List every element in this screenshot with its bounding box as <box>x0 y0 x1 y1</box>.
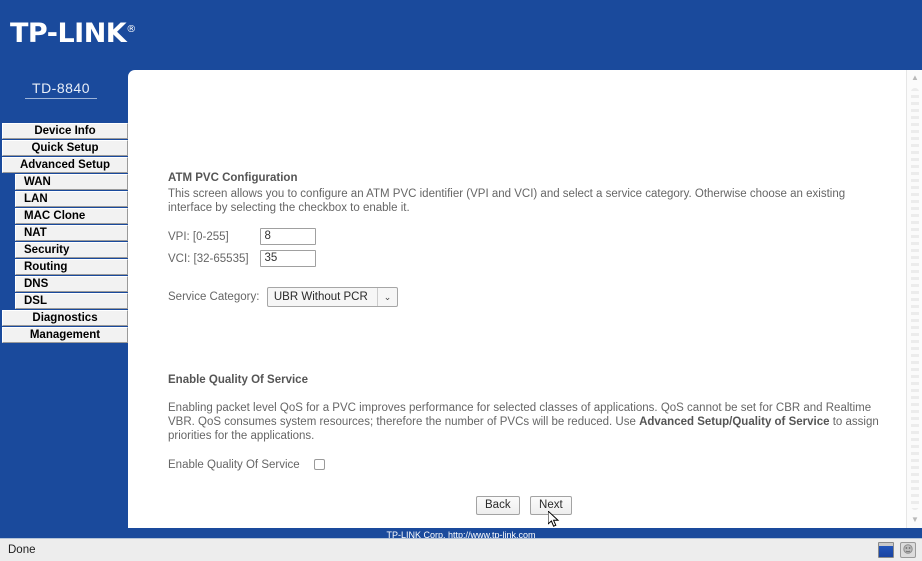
vpi-label: VPI: [0-255] <box>168 230 229 243</box>
router-admin-page: TP-LINK® TD-8840 Device Info Quick Setup… <box>0 0 922 561</box>
scroll-up-arrow-icon[interactable]: ▲ <box>908 71 922 85</box>
main-content-panel: ATM PVC Configuration This screen allows… <box>128 70 922 528</box>
qos-description-emphasis: Advanced Setup/Quality of Service <box>639 416 830 428</box>
qos-section-description: Enabling packet level QoS for a PVC impr… <box>168 401 886 443</box>
vci-label: VCI: [32-65535] <box>168 252 249 265</box>
tp-link-logo: TP-LINK® <box>10 18 136 49</box>
service-category-selected-value: UBR Without PCR <box>273 291 368 303</box>
sidebar-item-wan[interactable]: WAN <box>15 174 128 190</box>
atm-pvc-configuration-section: ATM PVC Configuration This screen allows… <box>168 172 858 215</box>
sidebar-item-lan[interactable]: LAN <box>15 191 128 207</box>
sidebar-item-management[interactable]: Management <box>2 327 128 343</box>
atm-section-description: This screen allows you to configure an A… <box>168 188 846 214</box>
service-category-row: Service Category: UBR Without PCR ⌄ <box>168 287 398 307</box>
content-vertical-scrollbar[interactable]: ▲ ▼ <box>906 70 922 528</box>
logo-wordmark: TP-LINK <box>10 18 127 49</box>
sidebar-item-advanced-setup[interactable]: Advanced Setup <box>2 157 128 173</box>
chevron-down-icon: ⌄ <box>377 288 397 306</box>
device-model-label: TD-8840 <box>25 80 97 99</box>
next-button[interactable]: Next <box>530 496 572 515</box>
vci-field-row: VCI: [32-65535] 35 <box>168 250 317 270</box>
sidebar-item-dsl[interactable]: DSL <box>15 293 128 309</box>
security-zone-glyph <box>903 544 913 554</box>
service-category-select[interactable]: UBR Without PCR ⌄ <box>266 287 398 307</box>
vpi-field-row: VPI: [0-255] 8 <box>168 228 317 248</box>
sidebar-item-security[interactable]: Security <box>15 242 128 258</box>
sidebar-item-diagnostics[interactable]: Diagnostics <box>2 310 128 326</box>
sidebar-item-dns[interactable]: DNS <box>15 276 128 292</box>
content-body: ATM PVC Configuration This screen allows… <box>128 70 906 528</box>
sidebar-item-nat[interactable]: NAT <box>15 225 128 241</box>
atm-section-title: ATM PVC Configuration <box>168 172 298 184</box>
progress-indicator-icon <box>878 542 894 558</box>
service-category-label: Service Category: <box>168 291 260 303</box>
sidebar-item-mac-clone[interactable]: MAC Clone <box>15 208 128 224</box>
enable-qos-checkbox[interactable] <box>314 459 326 471</box>
status-message: Done <box>8 544 36 556</box>
form-button-row: Back Next <box>476 495 578 515</box>
vci-input[interactable]: 35 <box>260 250 317 268</box>
security-zone-icon[interactable] <box>900 542 916 558</box>
vpi-vci-form: VPI: [0-255] 8 VCI: [32-65535] 35 <box>168 228 317 272</box>
browser-status-bar: Done <box>0 538 922 561</box>
back-button[interactable]: Back <box>476 496 520 515</box>
sidebar-item-device-info[interactable]: Device Info <box>2 123 128 139</box>
registered-trademark-icon: ® <box>126 24 136 35</box>
sidebar-navigation: Device Info Quick Setup Advanced Setup W… <box>2 123 128 344</box>
scrollbar-track[interactable] <box>911 88 919 510</box>
qos-section-title: Enable Quality Of Service <box>168 374 308 386</box>
scroll-down-arrow-icon[interactable]: ▼ <box>908 513 922 527</box>
qos-checkbox-row: Enable Quality Of Service <box>168 456 326 474</box>
sidebar-item-quick-setup[interactable]: Quick Setup <box>2 140 128 156</box>
quality-of-service-section: Enable Quality Of Service Enabling packe… <box>168 374 886 443</box>
vpi-input[interactable]: 8 <box>260 228 317 246</box>
qos-checkbox-label: Enable Quality Of Service <box>168 458 300 471</box>
sidebar-item-routing[interactable]: Routing <box>15 259 128 275</box>
